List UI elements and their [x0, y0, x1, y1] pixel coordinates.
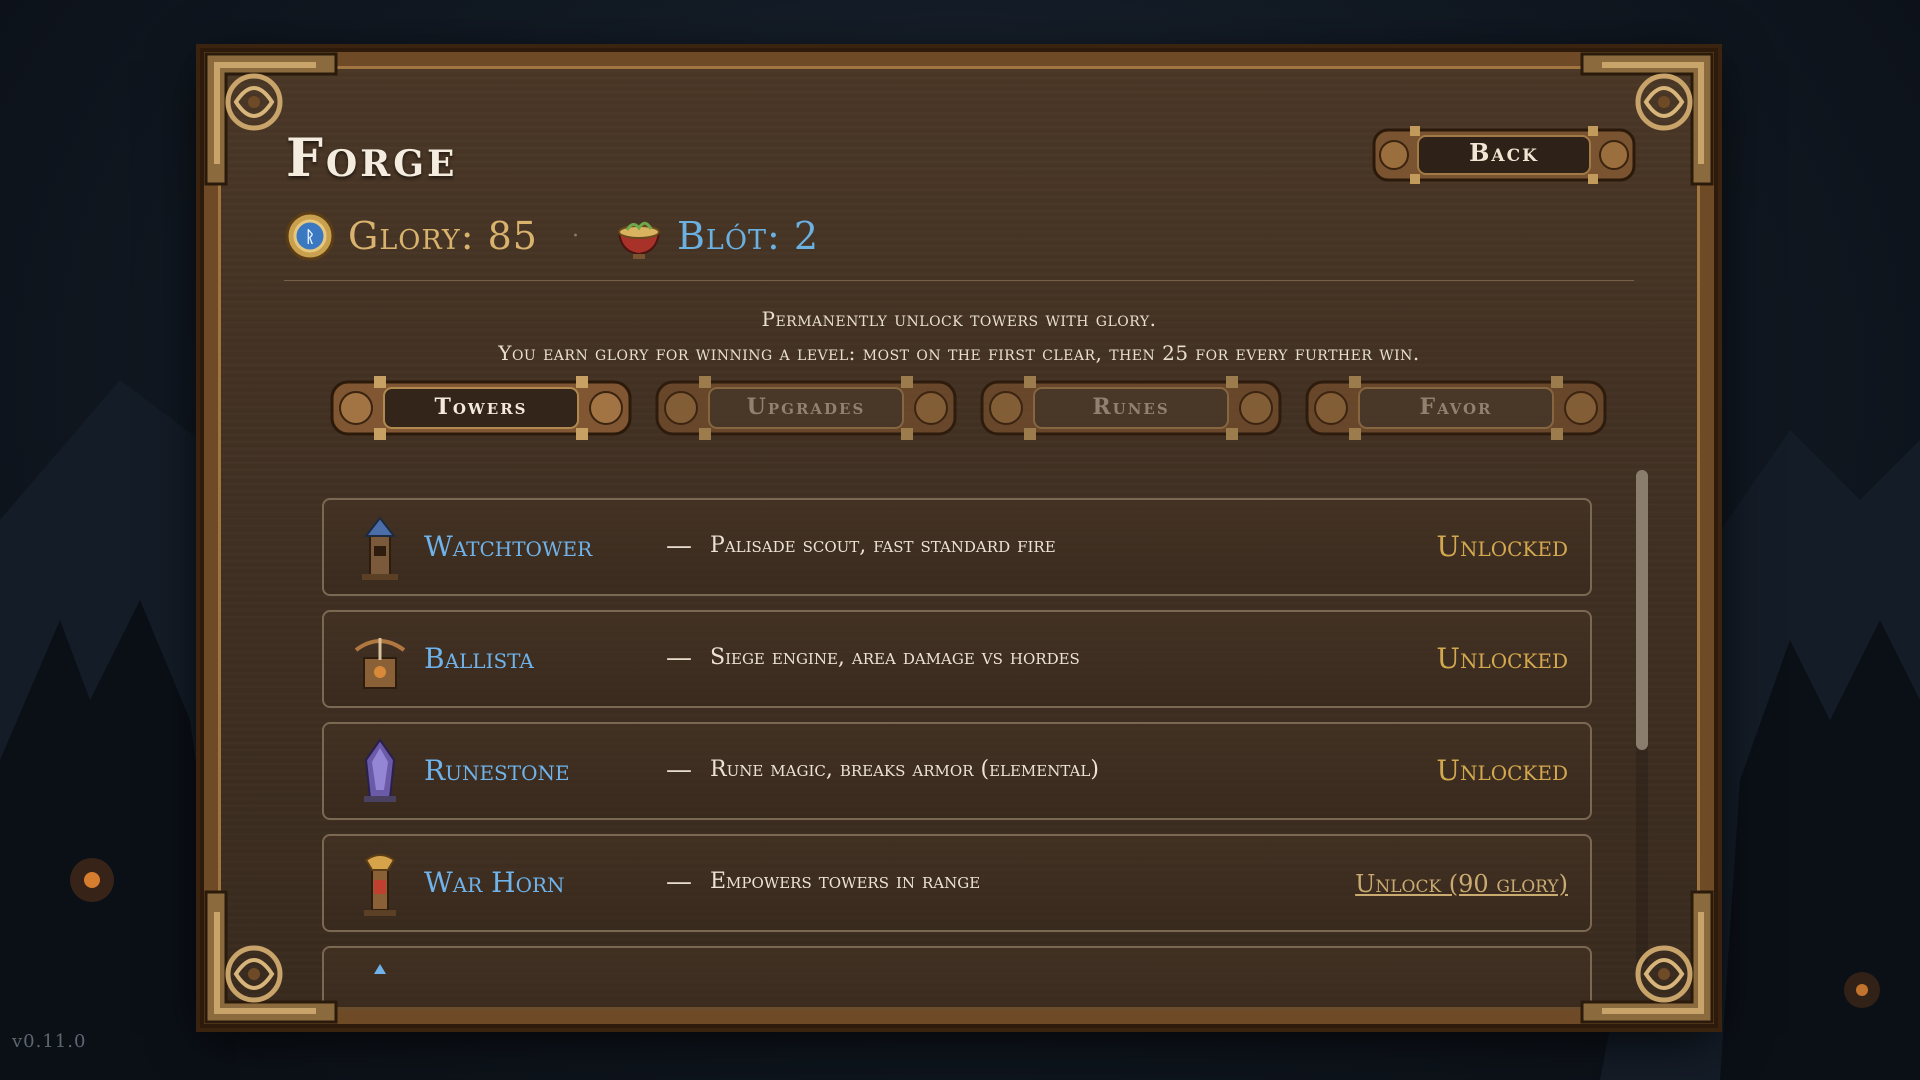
tab-label: Towers: [434, 394, 528, 420]
tower-status: Unlocked: [1436, 754, 1568, 787]
tower-dash: —: [666, 643, 692, 673]
tower-list[interactable]: Watchtower — Palisade scout, fast standa…: [322, 498, 1594, 1010]
currency-bar: ᚱ Glory: 85 · Blót: 2: [284, 208, 819, 264]
description-line-1: Permanently unlock towers with glory.: [761, 307, 1157, 331]
tower-status: Unlocked: [1436, 530, 1568, 563]
panel-corner-ornament: [204, 890, 338, 1024]
panel-corner-ornament: [204, 52, 338, 186]
svg-text:ᚱ: ᚱ: [305, 227, 315, 246]
tower-row-runestone[interactable]: Runestone — Rune magic, breaks armor (el…: [322, 722, 1592, 820]
tower-row-partial[interactable]: [322, 946, 1592, 1010]
glory-medal-icon: ᚱ: [285, 211, 335, 261]
tower-description: Siege engine, area damage vs hordes: [710, 645, 1080, 670]
forge-description: Permanently unlock towers with glory. Yo…: [218, 302, 1700, 370]
tower-dash: —: [666, 755, 692, 785]
tab-label: Upgrades: [746, 394, 866, 420]
war-horn-icon: [364, 854, 396, 916]
unlock-link[interactable]: Unlock (90 glory): [1355, 870, 1568, 898]
blot-bowl-icon: [617, 221, 661, 259]
tower-row-watchtower[interactable]: Watchtower — Palisade scout, fast standa…: [322, 498, 1592, 596]
blot-count: Blót: 2: [676, 214, 820, 258]
glory-count: Glory: 85: [348, 214, 538, 258]
tab-label: Runes: [1092, 394, 1170, 420]
version-label: v0.11.0: [12, 1031, 87, 1052]
tower-icon: [374, 964, 386, 974]
runestone-icon: [364, 738, 396, 802]
tower-description: Palisade scout, fast standard fire: [710, 533, 1056, 558]
currency-separator: ·: [571, 223, 579, 249]
tower-row-ballista[interactable]: Ballista — Siege engine, area damage vs …: [322, 610, 1592, 708]
panel-corner-ornament: [1580, 890, 1714, 1024]
tower-name: Runestone: [424, 754, 570, 787]
tower-row-war-horn[interactable]: War Horn — Empowers towers in range Unlo…: [322, 834, 1592, 932]
forge-tabs: Towers Upgrades Runes Favor: [328, 372, 1608, 444]
tower-description: Empowers towers in range: [710, 869, 981, 894]
forge-panel: Forge Back ᚱ Glory: 85 · Blót: 2 Permane…: [200, 48, 1718, 1028]
watchtower-icon: [362, 516, 398, 580]
tab-favor[interactable]: Favor: [1303, 372, 1609, 444]
tower-status: Unlocked: [1436, 642, 1568, 675]
tower-dash: —: [666, 531, 692, 561]
tower-name: Watchtower: [424, 530, 593, 563]
header-divider: [284, 280, 1634, 281]
ballista-icon: [354, 638, 406, 689]
tab-label: Favor: [1419, 394, 1493, 420]
tower-name: War Horn: [424, 866, 565, 899]
tower-name: Ballista: [424, 642, 534, 675]
description-line-2: You earn glory for winning a level: most…: [498, 341, 1420, 365]
scrollbar-thumb[interactable]: [1636, 470, 1648, 750]
tab-towers[interactable]: Towers: [328, 372, 634, 444]
tab-runes[interactable]: Runes: [978, 372, 1284, 444]
tower-description: Rune magic, breaks armor (elemental): [710, 757, 1099, 782]
tab-upgrades[interactable]: Upgrades: [653, 372, 959, 444]
panel-corner-ornament: [1580, 52, 1714, 186]
tower-dash: —: [666, 867, 692, 897]
